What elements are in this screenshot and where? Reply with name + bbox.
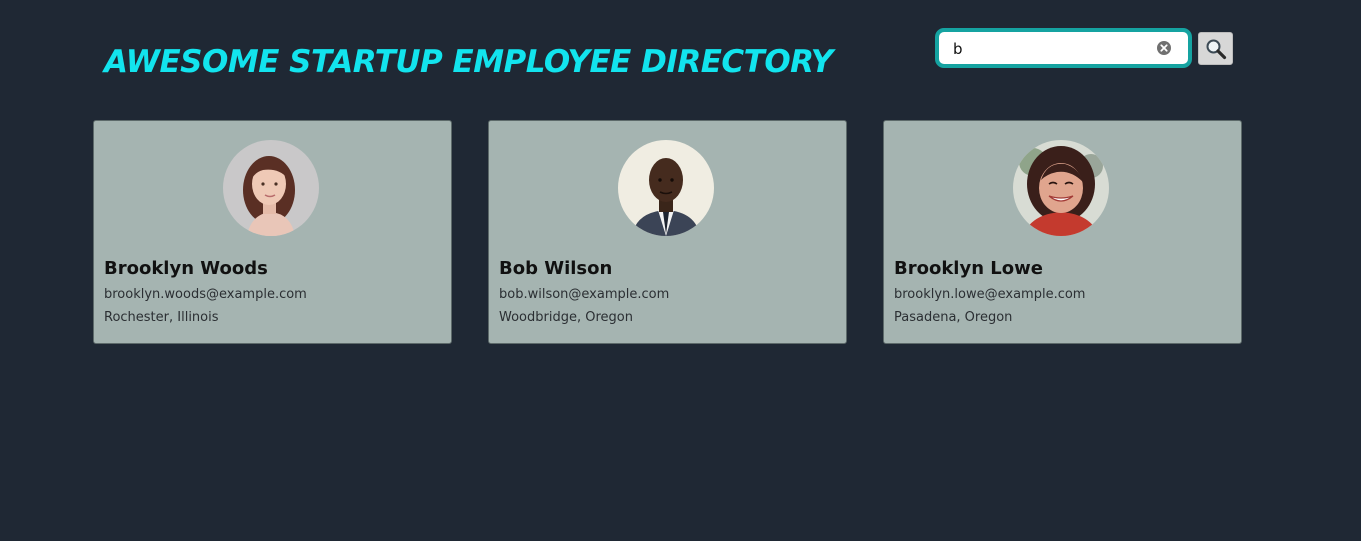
search-field[interactable] — [935, 28, 1192, 68]
employee-email: brooklyn.lowe@example.com — [894, 287, 1086, 302]
clear-icon[interactable] — [1157, 41, 1171, 55]
employee-name: Brooklyn Lowe — [894, 258, 1043, 279]
employee-card[interactable]: Bob Wilson bob.wilson@example.com Woodbr… — [488, 120, 847, 344]
employee-location: Woodbridge, Oregon — [499, 310, 633, 325]
employee-directory-page: AWESOME STARTUP EMPLOYEE DIRECTORY b Bro… — [0, 0, 1361, 541]
employee-card[interactable]: Brooklyn Lowe brooklyn.lowe@example.com … — [883, 120, 1242, 344]
avatar — [618, 140, 714, 236]
employee-email: bob.wilson@example.com — [499, 287, 670, 302]
employee-name: Bob Wilson — [499, 258, 613, 279]
search-icon — [1206, 39, 1227, 60]
employee-location: Pasadena, Oregon — [894, 310, 1013, 325]
employee-card[interactable]: Brooklyn Woods brooklyn.woods@example.co… — [93, 120, 452, 344]
search-input[interactable] — [953, 37, 1153, 61]
avatar — [223, 140, 319, 236]
page-title: AWESOME STARTUP EMPLOYEE DIRECTORY — [104, 44, 833, 80]
employee-location: Rochester, Illinois — [104, 310, 219, 325]
avatar — [1013, 140, 1109, 236]
employee-name: Brooklyn Woods — [104, 258, 268, 279]
search-button[interactable] — [1198, 32, 1233, 65]
employee-email: brooklyn.woods@example.com — [104, 287, 307, 302]
